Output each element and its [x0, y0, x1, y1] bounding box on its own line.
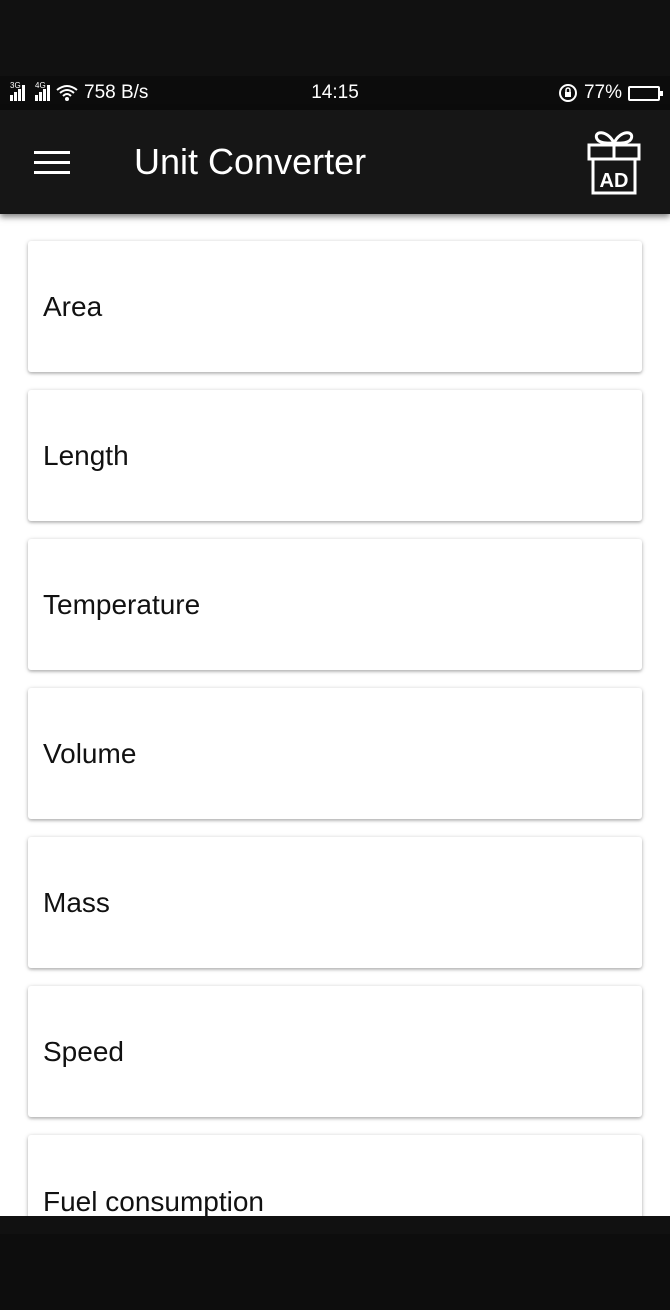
- category-label: Area: [43, 290, 103, 322]
- battery-percent: 77%: [583, 82, 622, 103]
- category-list: Area Length Temperature Volume Mass Spee…: [0, 214, 670, 1216]
- ad-label: AD: [600, 170, 629, 192]
- category-temperature[interactable]: Temperature: [28, 539, 642, 670]
- bottom-bar: [0, 1234, 670, 1310]
- status-left: 3G 4G 758 B/s: [10, 81, 149, 104]
- network-tag-3g: 3G: [10, 81, 21, 90]
- category-fuel-consumption[interactable]: Fuel consumption: [28, 1135, 642, 1216]
- menu-button[interactable]: [0, 110, 104, 214]
- gift-ad-icon: AD: [587, 131, 641, 195]
- category-volume[interactable]: Volume: [28, 688, 642, 819]
- category-label: Fuel consumption: [43, 1186, 265, 1216]
- network-tag-4g: 4G: [35, 81, 46, 90]
- wifi-icon: [56, 85, 78, 101]
- category-mass[interactable]: Mass: [28, 837, 642, 968]
- category-area[interactable]: Area: [28, 241, 642, 372]
- signal-4g-icon: 4G: [35, 81, 50, 101]
- category-label: Mass: [43, 886, 110, 918]
- category-label: Temperature: [43, 588, 201, 620]
- rotation-lock-icon: [558, 84, 577, 102]
- menu-icon: [34, 150, 70, 174]
- category-label: Volume: [43, 737, 137, 769]
- battery-icon: [628, 85, 663, 101]
- ad-gift-button[interactable]: AD: [572, 110, 656, 214]
- network-speed: 758 B/s: [84, 82, 149, 103]
- page-title: Unit Converter: [134, 141, 367, 182]
- signal-3g-icon: 3G: [10, 81, 25, 101]
- category-speed[interactable]: Speed: [28, 986, 642, 1117]
- app-bar: Unit Converter AD: [0, 110, 670, 214]
- category-label: Length: [43, 439, 129, 471]
- category-label: Speed: [43, 1035, 124, 1067]
- status-bar: 3G 4G 758 B/s 14:15 77%: [0, 76, 670, 110]
- category-length[interactable]: Length: [28, 390, 642, 521]
- app-frame: 3G 4G 758 B/s 14:15 77% Unit Converter A…: [0, 0, 670, 1310]
- status-right: 77%: [558, 82, 663, 104]
